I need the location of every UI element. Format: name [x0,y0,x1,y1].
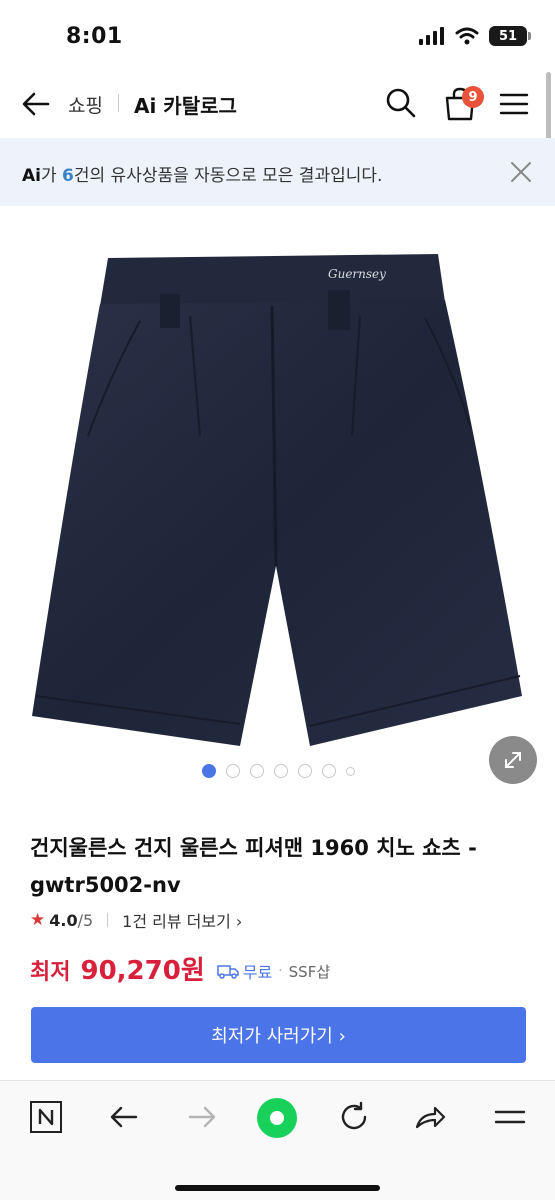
ai-banner-text: Ai가 6건의 유사상품을 자동으로 모은 결과입니다. [22,161,382,186]
battery-icon: 51 [489,26,531,46]
product-title: 건지울른스 건지 울른스 피셔맨 1960 치노 쇼츠 - gwtr5002-n… [30,836,477,897]
hamburger-menu-icon[interactable] [498,88,530,120]
green-circle-icon[interactable] [256,1097,298,1139]
breadcrumb-ai-catalog[interactable]: Ai 카탈로그 [134,90,237,119]
home-indicator [175,1185,380,1191]
pagination-dot[interactable] [322,764,336,778]
rating-divider [107,913,109,927]
expand-icon [505,752,521,768]
shipping-info: 무료 · SSF샵 [217,959,330,983]
search-icon[interactable] [384,86,418,120]
product-info: 건지울른스 건지 울른스 피셔맨 1960 치노 쇼츠 - gwtr5002-n… [0,800,555,1080]
close-icon[interactable] [509,160,533,184]
shipping-label: 무료 [242,963,273,982]
product-gallery[interactable]: Guernsey [0,206,555,800]
pagination-dot[interactable] [346,766,355,776]
ai-banner-text-after: 건의 유사상품을 자동으로 모은 결과입니다. [73,166,383,186]
forward-arrow-icon[interactable] [184,1099,220,1135]
gallery-pagination [202,764,355,778]
price-value: 90,270원 [80,956,205,986]
ai-banner-count: 6 [62,166,74,186]
review-more-link[interactable]: 1건 리뷰 더보기 › [122,908,242,932]
ai-logo: Ai [22,166,41,186]
naver-n-icon[interactable] [28,1099,64,1135]
ai-banner-text-before: 가 [40,166,63,186]
shop-name: SSF샵 [288,962,331,981]
product-image[interactable]: Guernsey [0,206,555,800]
app-header: 쇼핑 Ai 카탈로그 9 [0,70,555,136]
back-arrow-icon[interactable] [18,86,54,122]
separator-dot: · [278,963,283,979]
svg-text:Guernsey: Guernsey [328,267,386,281]
breadcrumb-divider [118,94,119,112]
pagination-dot[interactable] [298,764,312,778]
truck-icon [217,965,239,979]
menu-icon[interactable] [492,1099,528,1135]
status-time: 8:01 [66,24,123,49]
pagination-dot[interactable] [274,764,288,778]
price-label: 최저 [30,960,71,985]
pagination-dot[interactable] [226,764,240,778]
cart-count-badge: 9 [462,86,484,108]
breadcrumb-shopping[interactable]: 쇼핑 [68,91,103,118]
star-icon: ★ [30,910,46,930]
browser-toolbar [0,1080,555,1200]
ai-info-banner: Ai가 6건의 유사상품을 자동으로 모은 결과입니다. [0,138,555,206]
status-icons: 51 [419,26,531,46]
wifi-icon [455,27,479,45]
rating-row: ★ 4.0 /5 1건 리뷰 더보기 › [30,908,242,932]
status-bar: 8:01 51 [0,0,555,70]
signal-icon [419,27,444,45]
price-row: 최저 90,270원 무료 · SSF샵 [30,950,330,987]
pagination-dot[interactable] [250,764,264,778]
rating-max: /5 [77,910,94,930]
rating-value: 4.0 [49,910,78,930]
back-arrow-icon[interactable] [106,1099,142,1135]
refresh-icon[interactable] [336,1099,372,1135]
share-icon[interactable] [412,1099,448,1135]
expand-image-button[interactable] [489,736,537,784]
pagination-dot-active[interactable] [202,764,216,778]
buy-lowest-price-button[interactable]: 최저가 사러가기 › [31,1007,526,1063]
